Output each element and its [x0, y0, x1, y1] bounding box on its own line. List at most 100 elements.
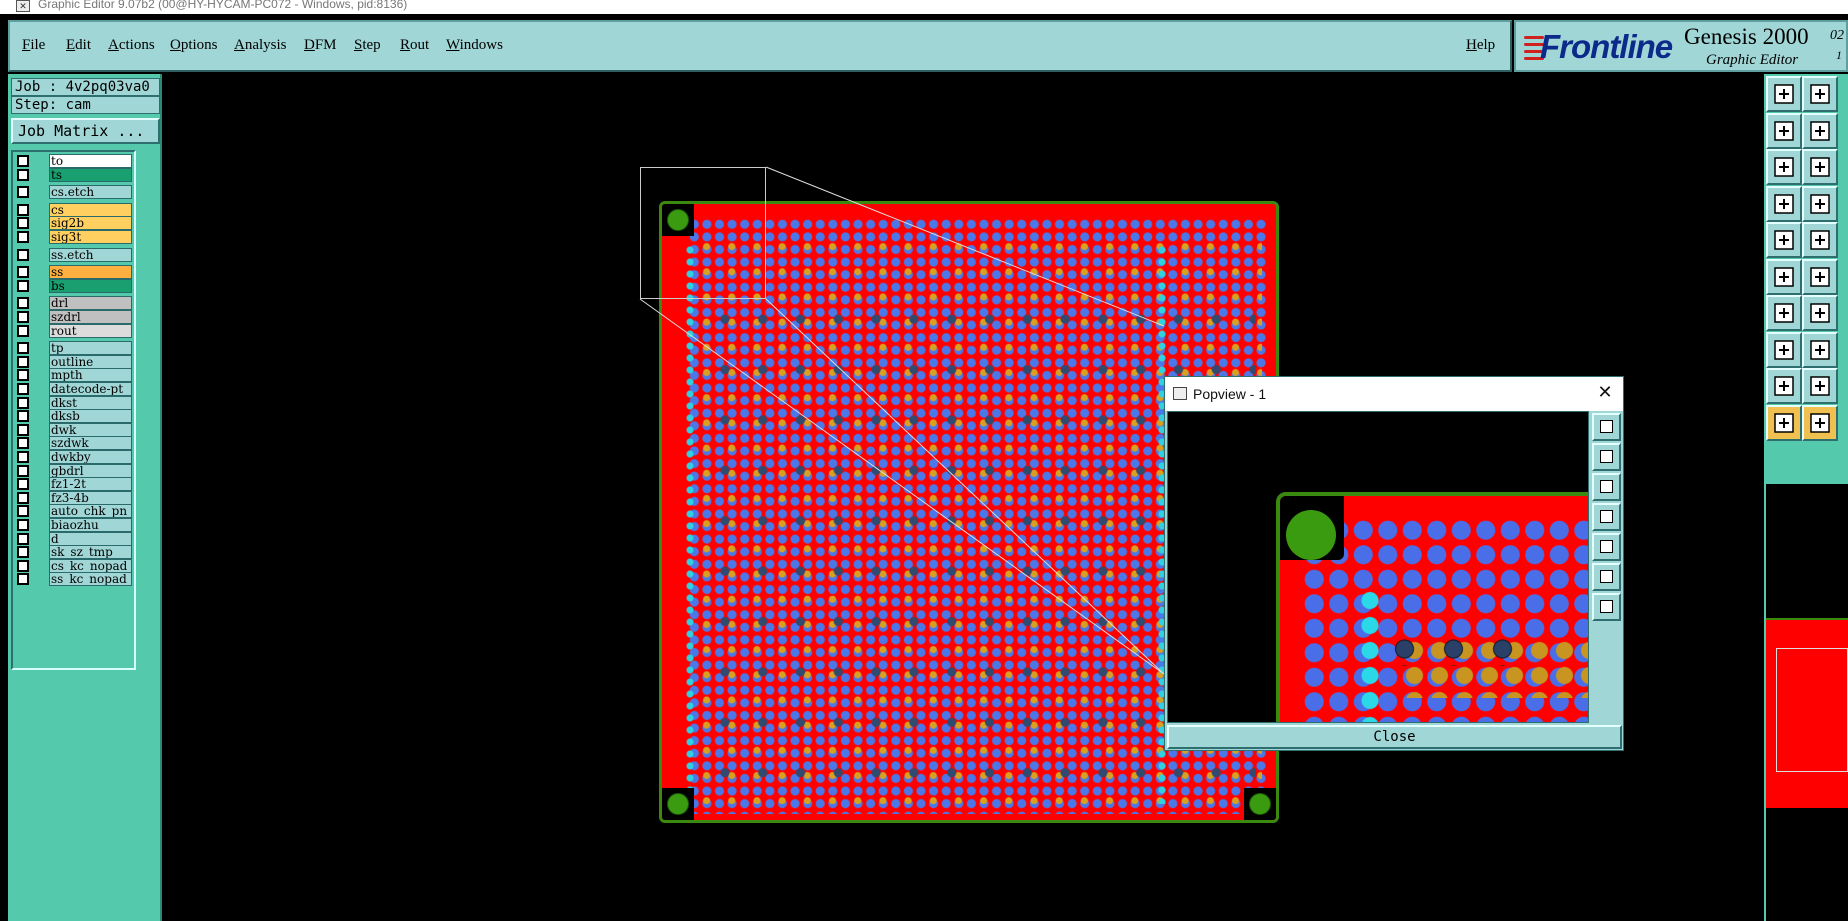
grid-button[interactable]	[1802, 185, 1838, 222]
menu-actions[interactable]: Actions	[108, 37, 155, 54]
layer-name[interactable]: ss	[49, 265, 132, 280]
layer-name[interactable]: bs	[49, 278, 132, 293]
pan-left-button[interactable]	[1592, 503, 1621, 531]
layer-row[interactable]: sig3t	[17, 230, 135, 244]
layer-row[interactable]: ss_kc_nopad	[17, 572, 135, 587]
layer-row[interactable]: fz1-2t	[17, 477, 135, 492]
layer-name[interactable]: cs.etch	[49, 185, 132, 200]
layer-row[interactable]: rout	[17, 323, 135, 338]
layer-checkbox[interactable]	[17, 231, 29, 243]
layer-checkbox[interactable]	[17, 505, 29, 518]
layer-name[interactable]: sig2b	[49, 216, 132, 231]
layer-name[interactable]: fz1-2t	[49, 477, 132, 492]
layer-checkbox[interactable]	[17, 519, 29, 531]
pan-left-button[interactable]	[1766, 112, 1802, 149]
layer-name[interactable]: mpth	[49, 368, 132, 383]
measure-button[interactable]	[1766, 368, 1802, 404]
select-arrow2-button[interactable]	[1802, 404, 1838, 441]
layer-checkbox[interactable]	[17, 559, 29, 572]
layer-row[interactable]: szdrl	[17, 310, 135, 324]
layer-row[interactable]: cs.etch	[17, 185, 135, 200]
layer-row[interactable]: drl	[17, 296, 135, 311]
layer-row[interactable]: dkst	[17, 395, 135, 410]
add-feature-button[interactable]	[1766, 222, 1802, 258]
layer-checkbox[interactable]	[17, 217, 29, 230]
layer-row[interactable]: sig2b	[17, 216, 135, 231]
layer-checkbox[interactable]	[17, 155, 29, 167]
layer-name[interactable]: ss.etch	[49, 247, 132, 262]
layer-checkbox[interactable]	[17, 451, 29, 463]
layer-name[interactable]: datecode-pt	[49, 382, 132, 396]
layer-checkbox[interactable]	[17, 203, 29, 216]
snap-button[interactable]	[1766, 185, 1802, 222]
pan-right-button[interactable]	[1592, 533, 1621, 561]
layer-row[interactable]: gbdrl	[17, 463, 135, 478]
layer-checkbox[interactable]	[17, 355, 29, 368]
layer-row[interactable]: cs_kc_nopad	[17, 558, 135, 573]
layer-row[interactable]: to	[17, 154, 135, 168]
layer-name[interactable]: dksb	[49, 409, 132, 424]
layer-name[interactable]: szdwk	[49, 436, 132, 451]
layer-checkbox[interactable]	[17, 297, 29, 310]
menu-analysis[interactable]: Analysis	[234, 37, 287, 54]
net-button[interactable]	[1766, 258, 1802, 295]
zoom-home-button[interactable]	[1592, 593, 1621, 621]
layer-name[interactable]: auto_chk_pn	[49, 504, 132, 519]
layer-checkbox[interactable]	[17, 383, 29, 395]
layer-name[interactable]: sk_sz_tmp	[49, 545, 132, 560]
layer-row[interactable]: dwkby	[17, 450, 135, 464]
layer-checkbox[interactable]	[17, 396, 29, 409]
layer-name[interactable]: biaozhu	[49, 518, 132, 532]
menu-edit[interactable]: Edit	[66, 37, 91, 54]
layer-name[interactable]: gbdrl	[49, 463, 132, 478]
layer-row[interactable]: tp	[17, 341, 135, 356]
pan-right-button[interactable]	[1802, 112, 1838, 149]
layer-name[interactable]: cs	[49, 202, 132, 217]
select-arrow-button[interactable]	[1766, 404, 1802, 441]
layer-checkbox[interactable]	[17, 423, 29, 436]
layer-checkbox[interactable]	[17, 546, 29, 559]
layer-name[interactable]: dwkby	[49, 450, 132, 464]
layer-checkbox[interactable]	[17, 324, 29, 337]
layer-row[interactable]: dksb	[17, 409, 135, 424]
pan-up-button[interactable]	[1766, 76, 1802, 112]
line-tool-button[interactable]	[1802, 222, 1838, 258]
layer-row[interactable]: bs	[17, 278, 135, 293]
layer-checkbox[interactable]	[17, 437, 29, 450]
layer-row[interactable]: ss	[17, 265, 135, 280]
menu-dfm[interactable]: DFM	[304, 37, 337, 54]
layer-checkbox[interactable]	[17, 573, 29, 586]
popview-close-button[interactable]: Close	[1167, 725, 1622, 749]
layer-row[interactable]: sk_sz_tmp	[17, 545, 135, 560]
zoom-fit-button[interactable]	[1766, 149, 1802, 185]
layer-name[interactable]: ts	[49, 167, 132, 182]
zoom-home-button[interactable]	[1802, 149, 1838, 185]
zoom-fit-button[interactable]	[1592, 563, 1621, 591]
menu-step[interactable]: Step	[354, 37, 381, 54]
slash-button[interactable]	[1802, 295, 1838, 331]
layer-name[interactable]: fz3-4b	[49, 490, 132, 505]
layer-checkbox[interactable]	[17, 532, 29, 545]
layer-name[interactable]: rout	[49, 323, 132, 338]
layer-name[interactable]: drl	[49, 296, 132, 311]
layer-row[interactable]: cs	[17, 202, 135, 217]
layer-name[interactable]: tp	[49, 341, 132, 356]
layer-name[interactable]: d	[49, 531, 132, 546]
layer-row[interactable]: ts	[17, 167, 135, 182]
layer-row[interactable]: outline	[17, 354, 135, 369]
layer-row[interactable]: biaozhu	[17, 518, 135, 532]
measure2-button[interactable]	[1802, 368, 1838, 404]
zoom-rectangle[interactable]	[640, 167, 766, 299]
layer-row[interactable]: mpth	[17, 368, 135, 383]
close-icon[interactable]: ✕	[1593, 381, 1617, 405]
layer-checkbox[interactable]	[17, 311, 29, 323]
zoom-window-button[interactable]	[1592, 413, 1621, 441]
cross-button[interactable]	[1802, 258, 1838, 295]
layer-row[interactable]: d	[17, 531, 135, 546]
layer-checkbox[interactable]	[17, 248, 29, 261]
layer-row[interactable]: szdwk	[17, 436, 135, 451]
menu-rout[interactable]: Rout	[400, 37, 429, 54]
layer-row[interactable]: fz3-4b	[17, 490, 135, 505]
layer-row[interactable]: datecode-pt	[17, 382, 135, 396]
layer-name[interactable]: szdrl	[49, 310, 132, 324]
